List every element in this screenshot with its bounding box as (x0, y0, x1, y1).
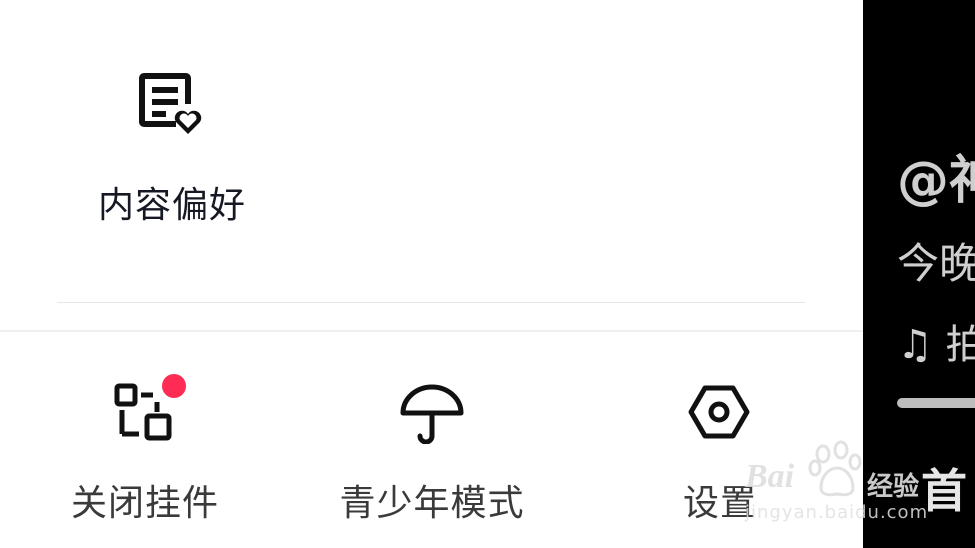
divider (57, 302, 805, 303)
notification-dot (162, 374, 186, 398)
close-widget-label: 关闭挂件 (70, 483, 219, 524)
baidu-jingyan-watermark: Bai 经验 jingyan.baidu.com (745, 440, 975, 530)
video-music-title[interactable]: ♫ 拍 (897, 312, 975, 370)
teen-mode-button[interactable]: 青少年模式 (322, 370, 542, 530)
hexagon-gear-icon (688, 385, 750, 439)
teen-mode-label: 青少年模式 (339, 483, 525, 524)
umbrella-icon (400, 384, 464, 444)
document-heart-icon (139, 73, 202, 134)
video-caption: 今晚 (897, 239, 975, 288)
menu-panel: 内容偏好 关闭挂件 青少年模式 设置 (0, 0, 863, 548)
video-author[interactable]: @神 (897, 138, 975, 213)
watermark-brand: Bai (745, 458, 795, 495)
watermark-jingyan: 经验 (867, 472, 920, 502)
paw-print-icon (808, 440, 862, 497)
close-widget-button[interactable]: 关闭挂件 (50, 370, 240, 530)
content-preferences-label: 内容偏好 (97, 185, 246, 226)
content-preferences-button[interactable]: 内容偏好 (84, 60, 264, 240)
section-divider (0, 330, 863, 332)
watermark-url: jingyan.baidu.com (745, 502, 929, 523)
video-progress-bar (897, 398, 975, 408)
